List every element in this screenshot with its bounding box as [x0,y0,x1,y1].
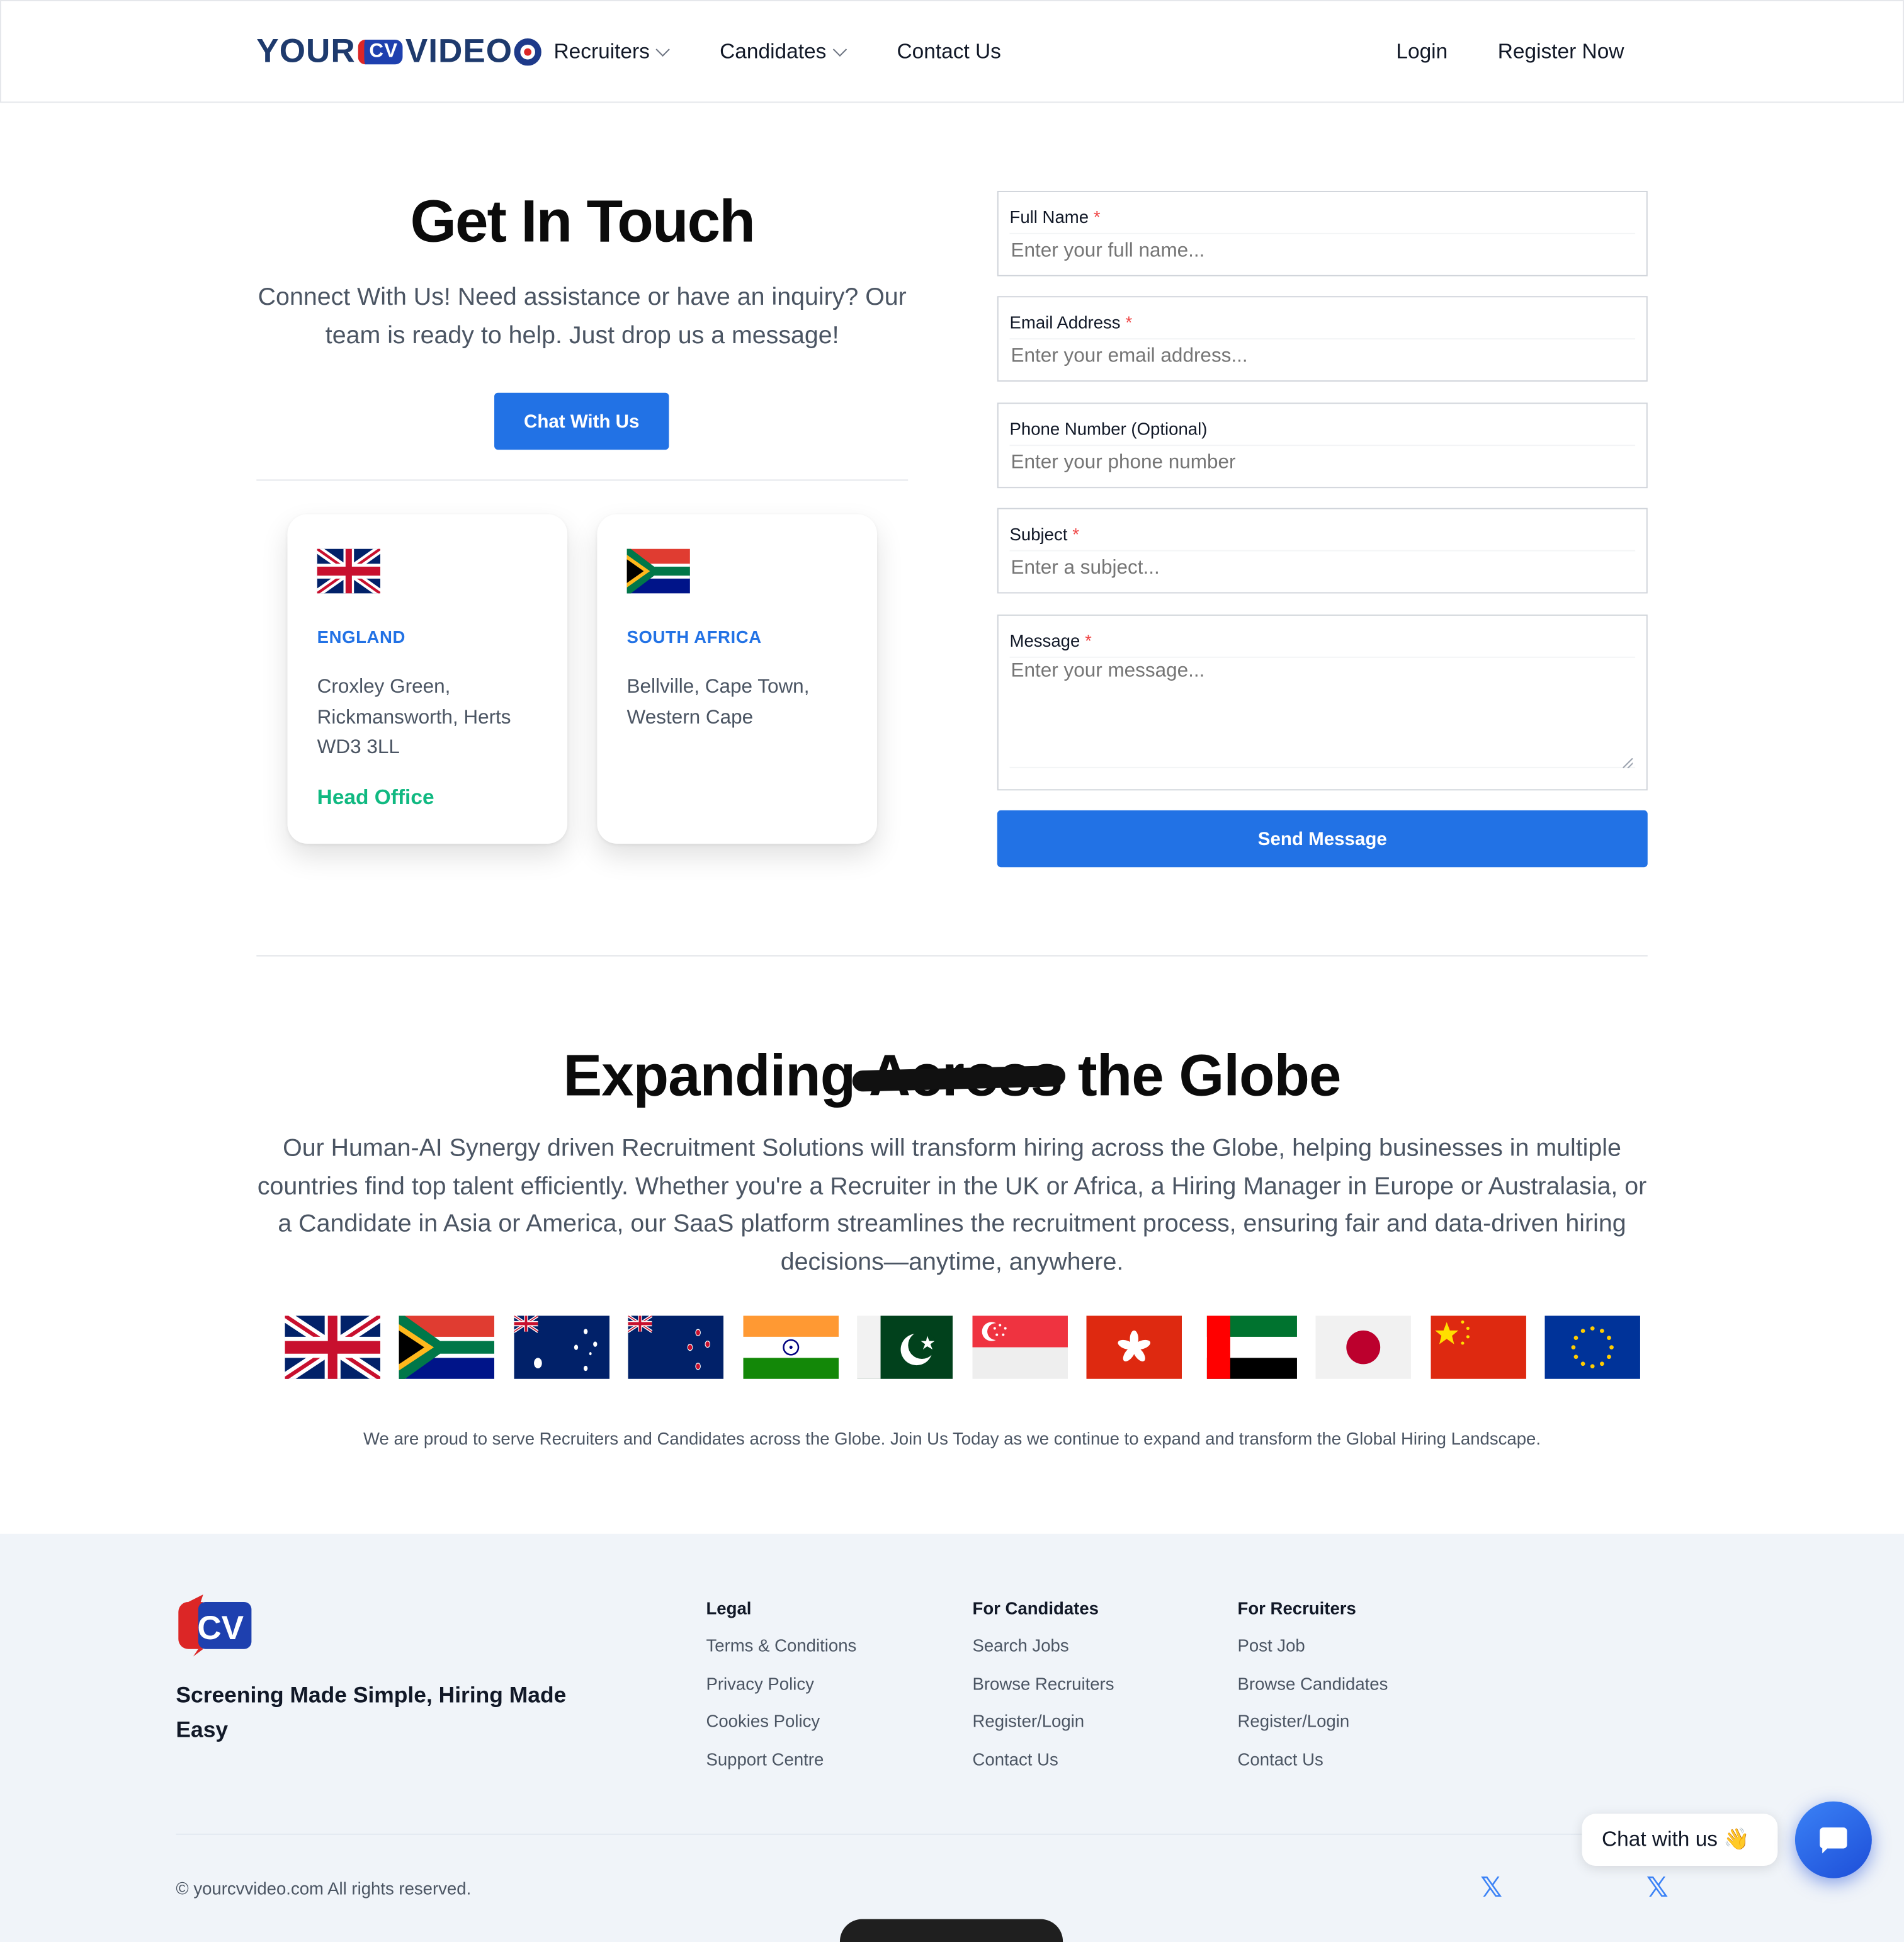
svg-text:CV: CV [197,1610,244,1647]
nav-recruiters[interactable]: Recruiters [553,39,671,64]
footer-link-privacy[interactable]: Privacy Policy [706,1674,813,1693]
logo-eye-icon [514,38,541,65]
full-name-input[interactable] [1009,232,1636,268]
x-social-icon[interactable]: 𝕏 [1480,1872,1502,1904]
footer-link-support[interactable]: Support Centre [706,1749,824,1769]
office-address: Bellville, Cape Town, Western Cape [626,676,810,728]
head-office-badge: Head Office [317,785,434,809]
full-name-label: Full Name * [1009,207,1101,227]
footer-heading-candidates: For Candidates [972,1598,1099,1618]
logo-cv-badge: CV [358,38,403,64]
email-field: Email Address * [997,296,1648,382]
footer-logo-icon[interactable]: CV [176,1594,252,1657]
uk-flag-icon [285,1315,381,1379]
chat-with-us-button[interactable]: Chat With Us [494,392,669,450]
south-africa-flag-icon [399,1315,495,1379]
japan-flag-icon [1315,1315,1411,1379]
bottom-toolbar[interactable] [839,1919,1063,1942]
eu-flag-icon [1544,1315,1640,1379]
logo-text-your: YOUR [256,32,356,70]
resize-handle-icon[interactable] [1623,758,1633,768]
nav-candidates-label: Candidates [720,39,827,64]
phone-field: Phone Number (Optional) [997,402,1648,489]
footer-link-cookies[interactable]: Cookies Policy [706,1711,820,1730]
office-address: Croxley Green, Rickmansworth, Herts WD3 … [317,676,511,759]
hong-kong-flag-icon [1086,1315,1182,1379]
email-input[interactable] [1009,338,1636,373]
footer-link-browse-candidates[interactable]: Browse Candidates [1238,1674,1388,1693]
message-textarea[interactable] [1009,656,1636,768]
nav-contact-us[interactable]: Contact Us [897,40,1000,64]
footer-link-browse-recruiters[interactable]: Browse Recruiters [972,1674,1114,1693]
subject-input[interactable] [1009,550,1636,585]
footer-link-post-job[interactable]: Post Job [1238,1635,1305,1655]
x-social-icon[interactable]: 𝕏 [1646,1872,1669,1904]
office-card-south-africa: SOUTH AFRICA Bellville, Cape Town, Weste… [597,514,877,844]
message-label: Message * [1009,630,1092,650]
register-now-link[interactable]: Register Now [1498,40,1624,64]
phone-label: Phone Number (Optional) [1009,419,1208,439]
china-flag-icon [1431,1315,1526,1379]
message-field: Message * [997,614,1648,791]
contact-intro: Connect With Us! Need assistance or have… [258,283,907,349]
footer-link-contact-us[interactable]: Contact Us [972,1749,1058,1769]
nav-candidates[interactable]: Candidates [720,39,847,64]
office-country: SOUTH AFRICA [626,627,762,647]
subject-label: Subject * [1009,524,1079,544]
australia-flag-icon [514,1315,610,1379]
south-africa-flag-icon [626,548,690,594]
pakistan-flag-icon [857,1315,953,1379]
office-country: ENGLAND [317,627,406,647]
logo-text-video: VIDEO [405,32,513,70]
india-flag-icon [743,1315,839,1379]
footer-divider [176,1833,1648,1835]
footer-link-register-login[interactable]: Register/Login [972,1711,1084,1730]
office-card-england: ENGLAND Croxley Green, Rickmansworth, He… [287,514,568,844]
footer-heading-recruiters: For Recruiters [1237,1598,1356,1618]
footer-link-search-jobs[interactable]: Search Jobs [972,1635,1068,1655]
singapore-flag-icon [972,1315,1068,1379]
chevron-down-icon [656,42,671,57]
globe-note: We are proud to serve Recruiters and Can… [363,1428,1541,1449]
page-title: Get In Touch [410,190,755,256]
chat-bubble[interactable]: Chat with us 👋 [1582,1814,1778,1866]
send-message-button[interactable]: Send Message [997,810,1648,868]
uk-flag-icon [317,548,381,594]
section-divider [256,955,1648,957]
footer-tagline: Screening Made Simple, Hiring Made Easy [176,1682,567,1742]
chat-launcher-icon[interactable] [1794,1801,1872,1878]
footer-heading-legal: Legal [706,1598,752,1618]
full-name-field: Full Name * [997,190,1648,276]
site-logo[interactable]: YOUR CV VIDEO [256,32,541,71]
phone-input[interactable] [1009,445,1636,480]
uae-flag-icon [1201,1315,1297,1379]
new-zealand-flag-icon [628,1315,724,1379]
chevron-down-icon [832,42,847,57]
copyright: © yourcvvideo.com All rights reserved. [176,1878,472,1899]
nav-recruiters-label: Recruiters [553,39,650,64]
footer-link-contact-us[interactable]: Contact Us [1238,1749,1323,1769]
divider [256,479,909,481]
email-label: Email Address * [1009,312,1133,332]
login-link[interactable]: Login [1396,40,1448,64]
subject-field: Subject * [997,508,1648,594]
footer-link-terms[interactable]: Terms & Conditions [706,1635,856,1655]
globe-description: Our Human-AI Synergy driven Recruitment … [257,1135,1647,1276]
footer-link-register-login[interactable]: Register/Login [1238,1711,1350,1730]
